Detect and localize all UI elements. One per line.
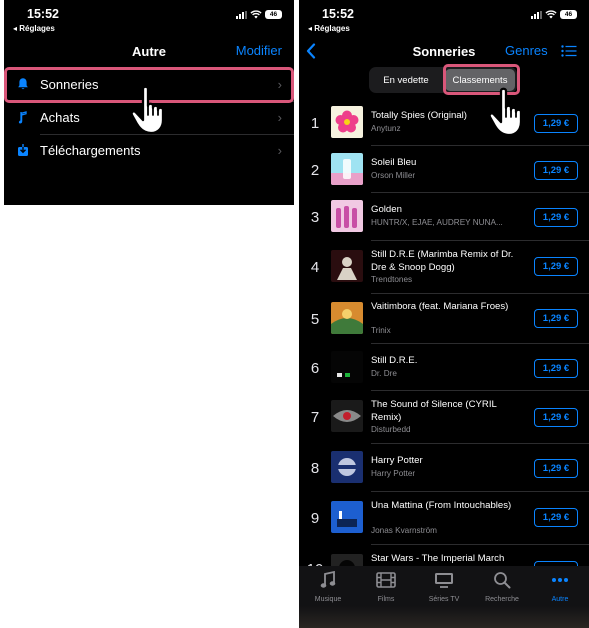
buy-button[interactable]: 1,29 € xyxy=(534,257,578,276)
buy-button[interactable]: 1,29 € xyxy=(534,161,578,180)
back-to-settings-link[interactable]: ◂ Réglages xyxy=(308,24,350,33)
ringtone-artist: Trinix xyxy=(371,326,391,335)
ringtone-artist: Dr. Dre xyxy=(371,369,397,378)
ringtone-title: The Sound of Silence (CYRIL Remix) xyxy=(371,399,497,423)
tab-label: Films xyxy=(377,596,395,603)
status-time: 15:52 xyxy=(322,7,354,21)
wifi-icon xyxy=(545,10,557,19)
ringtone-title: Still D.R.E. xyxy=(371,355,418,366)
ranking-list: 1 Totally Spies (Original) Anytunz 1,29 … xyxy=(299,100,589,570)
artwork-thumbnail xyxy=(331,200,363,232)
tab-series-tv[interactable]: Séries TV xyxy=(415,570,473,603)
buy-button[interactable]: 1,29 € xyxy=(534,114,578,133)
artwork-thumbnail xyxy=(331,501,363,533)
tab-label: Musique xyxy=(314,596,342,603)
list-item[interactable]: 2 Soleil Bleu Orson Miller 1,29 € xyxy=(299,146,589,193)
ringtone-title: Una Mattina (From Intouchables) xyxy=(371,500,512,511)
tap-hand-icon xyxy=(488,87,523,137)
list-item[interactable]: 5 Vaitimbora (feat. Mariana Froes) Trini… xyxy=(299,294,589,344)
artwork-thumbnail xyxy=(331,302,363,334)
rank-number: 1 xyxy=(310,115,320,132)
wifi-icon xyxy=(250,10,262,19)
search-icon xyxy=(494,572,511,589)
signal-icon xyxy=(531,10,542,19)
tab-bar: Musique Films Séries TV Recherche Autre xyxy=(299,566,589,628)
artwork-thumbnail xyxy=(331,250,363,282)
ringtone-title: Vaitimbora (feat. Mariana Froes) xyxy=(371,301,509,312)
artwork-thumbnail xyxy=(331,106,363,138)
left-screen: 15:52 ◂ Réglages 46 Autre Modifier Sonne… xyxy=(4,0,294,205)
film-icon xyxy=(376,572,396,588)
list-item[interactable]: 1 Totally Spies (Original) Anytunz 1,29 … xyxy=(299,100,589,146)
ringtone-title: Soleil Bleu xyxy=(371,157,417,168)
tab-recherche[interactable]: Recherche xyxy=(473,570,531,603)
tab-autre[interactable]: Autre xyxy=(531,570,589,603)
ringtone-title: Still D.R.E (Marimba Remix of Dr. Dre & … xyxy=(371,249,514,273)
genres-button[interactable]: Genres xyxy=(505,43,548,58)
rank-number: 4 xyxy=(310,259,320,276)
tab-label: Séries TV xyxy=(428,596,460,603)
tap-hand-icon xyxy=(130,85,165,135)
ringtone-artist: HUNTR/X, EJAE, AUDREY NUNA... xyxy=(371,218,503,227)
artwork-thumbnail xyxy=(331,400,363,432)
rank-number: 9 xyxy=(310,510,320,527)
menu-item-telechargements[interactable]: Téléchargements › xyxy=(4,134,294,167)
ringtone-artist: Harry Potter xyxy=(371,469,416,478)
rank-number: 3 xyxy=(310,209,320,226)
battery-icon: 46 xyxy=(265,10,282,19)
status-icons: 46 xyxy=(531,10,577,19)
chevron-right-icon: › xyxy=(277,110,282,125)
battery-icon: 46 xyxy=(560,10,577,19)
rank-number: 5 xyxy=(310,311,320,328)
purchase-icon xyxy=(18,111,27,124)
status-time: 15:52 xyxy=(27,7,59,21)
back-to-settings-link[interactable]: ◂ Réglages xyxy=(13,24,55,33)
edit-button[interactable]: Modifier xyxy=(236,43,282,58)
buy-button[interactable]: 1,29 € xyxy=(534,208,578,227)
music-note-icon xyxy=(320,571,336,588)
right-screen: 15:52 ◂ Réglages 46 Sonneries Genres En … xyxy=(299,0,589,628)
list-item[interactable]: 3 Golden HUNTR/X, EJAE, AUDREY NUNA... 1… xyxy=(299,193,589,241)
segment-en-vedette[interactable]: En vedette xyxy=(371,69,441,91)
menu-item-label: Achats xyxy=(40,110,80,125)
tab-label: Autre xyxy=(551,596,569,603)
list-item[interactable]: 8 Harry Potter Harry Potter 1,29 € xyxy=(299,444,589,492)
tab-films[interactable]: Films xyxy=(357,570,415,603)
buy-button[interactable]: 1,29 € xyxy=(534,459,578,478)
list-item[interactable]: 7 The Sound of Silence (CYRIL Remix) Dis… xyxy=(299,391,589,444)
download-icon xyxy=(18,144,28,156)
tv-icon xyxy=(435,573,453,588)
artwork-thumbnail xyxy=(331,153,363,185)
tab-label: Recherche xyxy=(485,596,519,603)
rank-number: 7 xyxy=(310,409,320,426)
buy-button[interactable]: 1,29 € xyxy=(534,508,578,527)
menu-item-label: Téléchargements xyxy=(40,143,141,158)
rank-number: 8 xyxy=(310,460,320,477)
chevron-right-icon: › xyxy=(277,143,282,158)
more-icon xyxy=(552,578,568,582)
list-item[interactable]: 6 Still D.R.E. Dr. Dre 1,29 € xyxy=(299,344,589,391)
tab-musique[interactable]: Musique xyxy=(299,570,357,603)
buy-button[interactable]: 1,29 € xyxy=(534,309,578,328)
artwork-thumbnail xyxy=(331,451,363,483)
ringtone-artist: Orson Miller xyxy=(371,171,416,180)
ringtone-artist: Disturbedd xyxy=(371,425,411,434)
buy-button[interactable]: 1,29 € xyxy=(534,359,578,378)
list-item[interactable]: 4 Still D.R.E (Marimba Remix of Dr. Dre … xyxy=(299,241,589,294)
artwork-thumbnail xyxy=(331,351,363,383)
signal-icon xyxy=(236,10,247,19)
list-item[interactable]: 9 Una Mattina (From Intouchables) Jonas … xyxy=(299,492,589,545)
status-icons: 46 xyxy=(236,10,282,19)
ringtone-artist: Jonas Kvarnström xyxy=(371,526,437,535)
rank-number: 2 xyxy=(310,162,320,179)
ringtone-title: Harry Potter xyxy=(371,455,423,466)
buy-button[interactable]: 1,29 € xyxy=(534,408,578,427)
ringtone-title: Golden xyxy=(371,204,402,215)
ringtone-artist: Trendtones xyxy=(371,275,413,284)
rank-number: 6 xyxy=(310,360,320,377)
list-icon[interactable] xyxy=(561,45,577,57)
